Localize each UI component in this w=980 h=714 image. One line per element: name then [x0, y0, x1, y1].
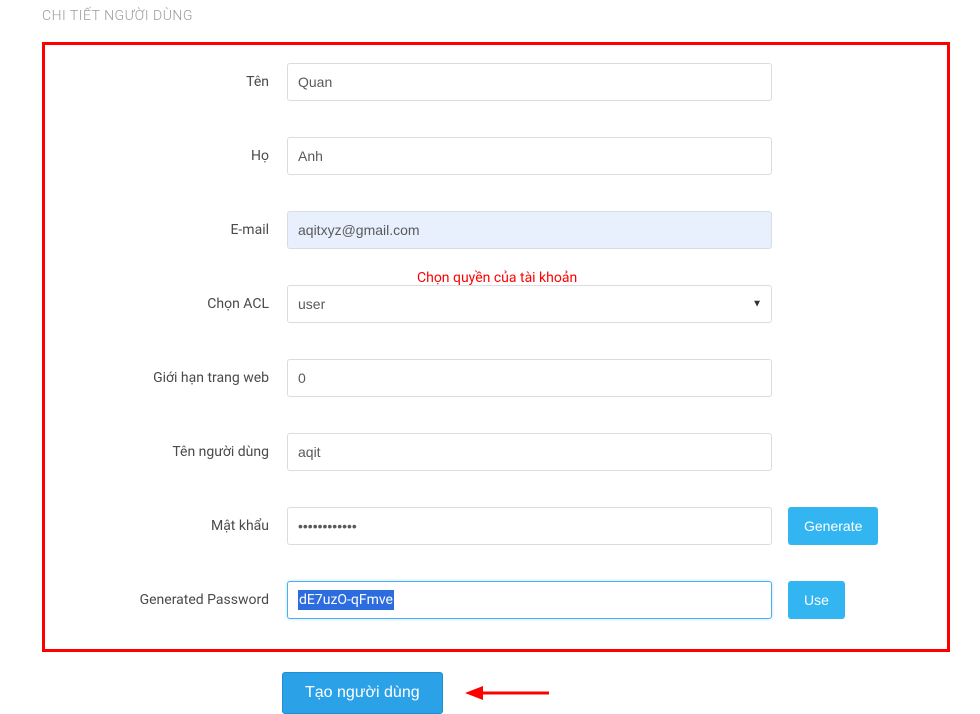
website-limit-label: Giới hạn trang web — [65, 370, 287, 386]
firstname-label: Tên — [65, 74, 287, 90]
arrow-icon — [461, 678, 551, 708]
password-input[interactable] — [287, 507, 772, 545]
email-input[interactable] — [287, 211, 772, 249]
row-generated-password: Generated Password dE7uzO-qFmve Use — [65, 581, 927, 619]
generated-password-value: dE7uzO-qFmve — [298, 590, 394, 610]
lastname-input[interactable] — [287, 137, 772, 175]
acl-label: Chọn ACL — [65, 296, 287, 312]
firstname-input[interactable] — [287, 63, 772, 101]
use-button[interactable]: Use — [788, 581, 845, 619]
row-firstname: Tên — [65, 63, 927, 101]
password-label: Mật khẩu — [65, 518, 287, 534]
username-input[interactable] — [287, 433, 772, 471]
acl-select[interactable]: user — [287, 285, 772, 323]
email-label: E-mail — [65, 222, 287, 238]
generate-button[interactable]: Generate — [788, 507, 878, 545]
row-acl: Chọn ACL user — [65, 285, 927, 323]
row-email: E-mail — [65, 211, 927, 249]
page-title: CHI TIẾT NGƯỜI DÙNG — [0, 0, 980, 28]
row-website-limit: Giới hạn trang web — [65, 359, 927, 397]
website-limit-input[interactable] — [287, 359, 772, 397]
lastname-label: Họ — [65, 148, 287, 164]
submit-row: Tạo người dùng — [282, 672, 980, 714]
row-lastname: Họ — [65, 137, 927, 175]
row-password: Mật khẩu Generate — [65, 507, 927, 545]
generated-password-input[interactable]: dE7uzO-qFmve — [287, 581, 772, 619]
row-username: Tên người dùng — [65, 433, 927, 471]
acl-select-wrapper: user — [287, 285, 772, 323]
generated-password-label: Generated Password — [65, 592, 287, 608]
username-label: Tên người dùng — [65, 444, 287, 460]
create-user-button[interactable]: Tạo người dùng — [282, 672, 443, 714]
user-detail-form: Tên Họ E-mail Chọn ACL user Giới hạn tra… — [42, 42, 950, 652]
acl-annotation: Chọn quyền của tài khoản — [417, 270, 577, 286]
